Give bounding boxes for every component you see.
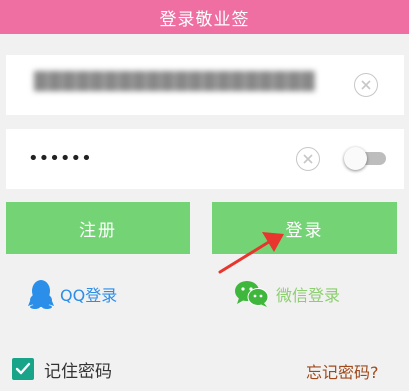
toggle-knob xyxy=(344,147,367,170)
arrow-icon xyxy=(218,232,284,274)
checkmark-icon xyxy=(15,362,31,375)
wechat-login-button[interactable]: 微信登录 xyxy=(234,278,340,310)
qq-penguin-icon xyxy=(28,280,54,309)
remember-checkbox[interactable] xyxy=(12,358,34,380)
clear-icon[interactable] xyxy=(296,147,320,171)
page-title: 登录敬业签 xyxy=(159,9,250,30)
password-value: •••••• xyxy=(28,148,92,169)
qq-login-label: QQ登录 xyxy=(60,286,118,305)
password-field[interactable]: •••••• xyxy=(6,129,404,189)
title-bar: 登录敬业签 xyxy=(0,0,409,34)
remember-label: 记住密码 xyxy=(44,361,112,382)
qq-login-button[interactable]: QQ登录 xyxy=(28,278,117,310)
account-value: ████████████████████ xyxy=(34,72,316,92)
forgot-password-link[interactable]: 忘记密码? xyxy=(306,359,379,383)
clear-icon[interactable] xyxy=(354,73,378,97)
register-button[interactable]: 注册 xyxy=(6,202,190,254)
wechat-login-label: 微信登录 xyxy=(276,286,341,305)
account-field[interactable]: ████████████████████ xyxy=(6,55,404,115)
show-password-toggle[interactable] xyxy=(342,147,386,170)
remember-password[interactable]: 记住密码 xyxy=(12,357,112,382)
wechat-bubbles-icon xyxy=(235,281,269,307)
